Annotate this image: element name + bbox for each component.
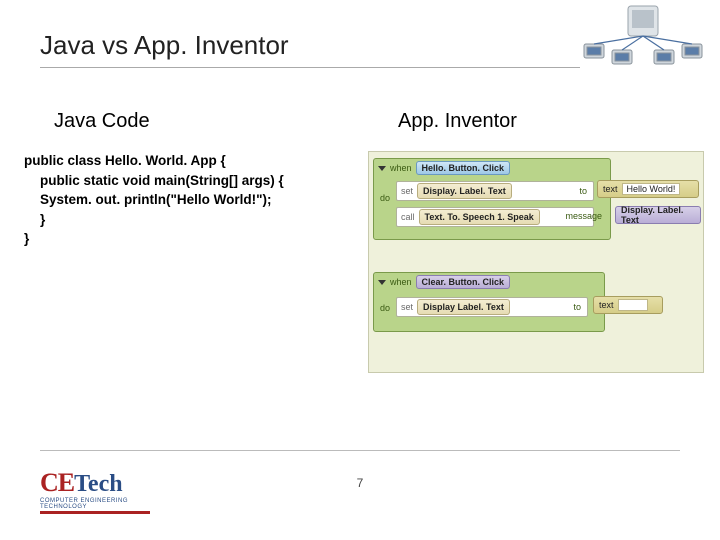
appinventor-column: App. Inventor when Hello. Button. Click …: [360, 110, 720, 373]
set-keyword: set: [397, 186, 417, 196]
do-label: do: [380, 193, 390, 203]
event-block-clear: when Clear. Button. Click do set Display…: [373, 272, 605, 332]
blocks-canvas: when Hello. Button. Click do set Display…: [368, 151, 704, 373]
code-line: }: [24, 210, 360, 230]
call-target-slot: Text. To. Speech 1. Speak: [419, 209, 540, 225]
cetech-logo: CETech COMPUTER ENGINEERING TECHNOLOGY: [40, 468, 150, 514]
java-column: Java Code public class Hello. World. App…: [0, 110, 360, 373]
slide-title: Java vs App. Inventor: [40, 30, 580, 68]
java-code-block: public class Hello. World. App { public …: [24, 151, 360, 249]
do-label: do: [380, 303, 390, 313]
logo-ce-text: CE: [40, 468, 74, 498]
set-target-slot: Display Label. Text: [417, 299, 510, 315]
text-chip-value: [618, 299, 648, 311]
text-literal-chip: text: [593, 296, 663, 314]
code-line: }: [24, 229, 360, 249]
logo-subtitle: COMPUTER ENGINEERING TECHNOLOGY: [40, 498, 150, 514]
text-chip-label: text: [603, 184, 618, 194]
event-pill: Hello. Button. Click: [416, 161, 511, 175]
set-statement: set Display. Label. Text to: [396, 181, 594, 201]
call-keyword: call: [397, 212, 419, 222]
when-keyword: when: [390, 277, 412, 287]
text-chip-label: text: [599, 300, 614, 310]
when-keyword: when: [390, 163, 412, 173]
code-line: System. out. println("Hello World!");: [24, 190, 360, 210]
java-heading: Java Code: [24, 110, 360, 133]
call-statement: call Text. To. Speech 1. Speak: [396, 207, 594, 227]
set-target-slot: Display. Label. Text: [417, 183, 512, 199]
to-label: to: [579, 186, 587, 196]
value-reference-chip: Display. Label. Text: [615, 206, 701, 224]
code-line: public class Hello. World. App {: [24, 151, 360, 171]
event-block-hello: when Hello. Button. Click do set Display…: [373, 158, 611, 240]
set-keyword: set: [397, 302, 417, 312]
event-pill: Clear. Button. Click: [416, 275, 511, 289]
collapse-icon: [378, 166, 386, 171]
text-chip-value: Hello World!: [622, 183, 681, 195]
set-statement: set Display Label. Text to: [396, 297, 588, 317]
header-graphic: [578, 0, 708, 70]
code-line: public static void main(String[] args) {: [24, 171, 360, 191]
message-label: message: [565, 211, 602, 221]
appinventor-heading: App. Inventor: [368, 110, 720, 133]
logo-tech-text: Tech: [74, 471, 122, 498]
collapse-icon: [378, 280, 386, 285]
to-label: to: [573, 302, 581, 312]
text-literal-chip: text Hello World!: [597, 180, 699, 198]
footer-divider: [40, 450, 680, 451]
